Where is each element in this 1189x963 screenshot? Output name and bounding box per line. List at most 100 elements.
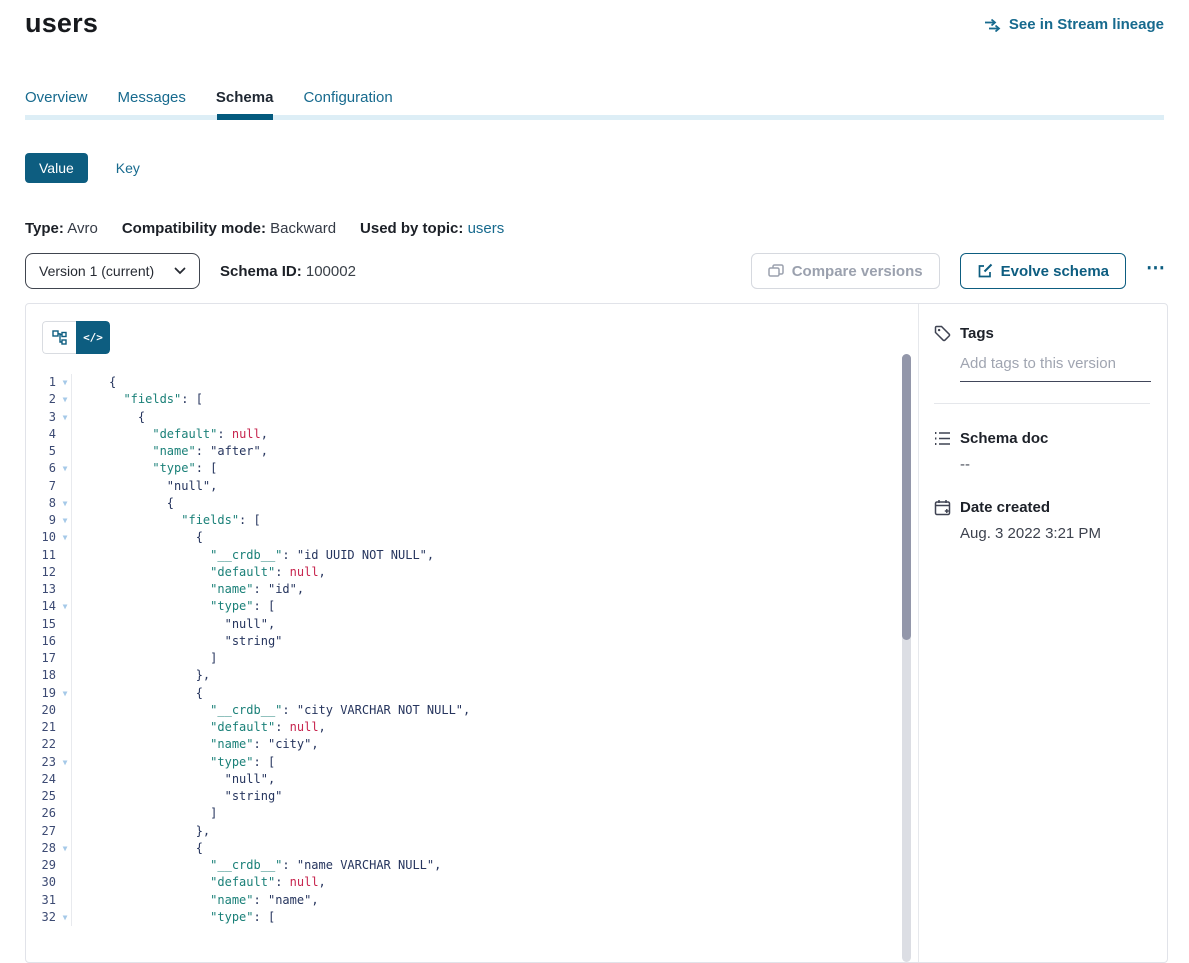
code-line: 25 "string" (26, 788, 892, 805)
used-by-topic-link[interactable]: users (468, 220, 505, 237)
code-text[interactable]: { (71, 495, 892, 512)
value-toggle-button[interactable]: Value (25, 153, 88, 183)
code-text[interactable]: }, (71, 823, 892, 840)
code-text[interactable]: "default": null, (71, 874, 892, 891)
line-number: 4 (26, 426, 56, 443)
fold-spacer (59, 702, 71, 719)
tab-messages[interactable]: Messages (118, 89, 186, 118)
fold-toggle-icon[interactable]: ▼ (59, 374, 71, 391)
code-text[interactable]: "name": "after", (71, 443, 892, 460)
code-line: 26 ] (26, 805, 892, 822)
tab-configuration[interactable]: Configuration (303, 89, 392, 118)
code-text[interactable]: "string" (71, 633, 892, 650)
compare-versions-label: Compare versions (792, 263, 923, 280)
line-number: 7 (26, 478, 56, 495)
code-line: 18 }, (26, 667, 892, 684)
fold-toggle-icon[interactable]: ▼ (59, 409, 71, 426)
fold-spacer (59, 616, 71, 633)
line-number: 14 (26, 598, 56, 615)
meta-type: Type: Avro (25, 220, 98, 237)
more-options-button[interactable]: ⋯ (1146, 257, 1166, 286)
line-number: 23 (26, 754, 56, 771)
code-text[interactable]: { (71, 840, 892, 857)
fold-toggle-icon[interactable]: ▼ (59, 840, 71, 857)
editor-view-toggle: </> (42, 321, 110, 354)
code-text[interactable]: "null", (71, 616, 892, 633)
fold-toggle-icon[interactable]: ▼ (59, 598, 71, 615)
fold-spacer (59, 633, 71, 650)
code-text[interactable]: "type": [ (71, 460, 892, 477)
fold-toggle-icon[interactable]: ▼ (59, 495, 71, 512)
date-created-header: Date created (934, 499, 1151, 516)
code-text[interactable]: "fields": [ (71, 512, 892, 529)
code-text[interactable]: "null", (71, 478, 892, 495)
date-created-value: Aug. 3 2022 3:21 PM (960, 525, 1151, 542)
code-text[interactable]: "type": [ (71, 754, 892, 771)
tags-input[interactable] (960, 355, 1151, 382)
tab-overview[interactable]: Overview (25, 89, 88, 118)
compatibility-value: Backward (270, 220, 336, 237)
code-text[interactable]: "__crdb__": "id UUID NOT NULL", (71, 547, 892, 564)
code-text[interactable]: "default": null, (71, 719, 892, 736)
code-text[interactable]: "name": "city", (71, 736, 892, 753)
meta-used-by-topic: Used by topic: users (360, 220, 504, 237)
code-line: 19▼ { (26, 685, 892, 702)
code-text[interactable]: "__crdb__": "name VARCHAR NULL", (71, 857, 892, 874)
code-text[interactable]: "null", (71, 771, 892, 788)
fold-toggle-icon[interactable]: ▼ (59, 909, 71, 926)
code-line: 22 "name": "city", (26, 736, 892, 753)
fold-toggle-icon[interactable]: ▼ (59, 685, 71, 702)
code-text[interactable]: "string" (71, 788, 892, 805)
code-text[interactable]: "name": "name", (71, 892, 892, 909)
date-created-section: Date created Aug. 3 2022 3:21 PM (934, 499, 1151, 542)
code-text[interactable]: { (71, 685, 892, 702)
type-value: Avro (67, 220, 98, 237)
fold-spacer (59, 581, 71, 598)
code-text[interactable]: "name": "id", (71, 581, 892, 598)
code-line: 1▼{ (26, 374, 892, 391)
code-text[interactable]: "type": [ (71, 598, 892, 615)
line-number: 32 (26, 909, 56, 926)
compare-versions-button[interactable]: Compare versions (751, 253, 940, 289)
key-toggle-button[interactable]: Key (116, 160, 140, 176)
code-text[interactable]: "default": null, (71, 426, 892, 443)
editor-scrollbar-thumb[interactable] (902, 354, 911, 640)
code-text[interactable]: "fields": [ (71, 391, 892, 408)
evolve-schema-button[interactable]: Evolve schema (960, 253, 1126, 289)
fold-toggle-icon[interactable]: ▼ (59, 529, 71, 546)
list-icon (934, 431, 951, 446)
fold-spacer (59, 892, 71, 909)
fold-toggle-icon[interactable]: ▼ (59, 754, 71, 771)
code-text[interactable]: "__crdb__": "city VARCHAR NOT NULL", (71, 702, 892, 719)
code-line: 21 "default": null, (26, 719, 892, 736)
code-text[interactable]: }, (71, 667, 892, 684)
compatibility-label: Compatibility mode: (122, 220, 266, 237)
fold-spacer (59, 667, 71, 684)
code-line: 30 "default": null, (26, 874, 892, 891)
line-number: 3 (26, 409, 56, 426)
line-number: 6 (26, 460, 56, 477)
code-text[interactable]: { (71, 529, 892, 546)
type-label: Type: (25, 220, 64, 237)
line-number: 2 (26, 391, 56, 408)
schema-id: Schema ID: 100002 (220, 263, 356, 280)
see-in-stream-lineage-link[interactable]: See in Stream lineage (984, 16, 1164, 33)
version-select[interactable]: Version 1 (current) (25, 253, 200, 289)
code-text[interactable]: { (71, 409, 892, 426)
code-text[interactable]: "default": null, (71, 564, 892, 581)
code-line: 11 "__crdb__": "id UUID NOT NULL", (26, 547, 892, 564)
meta-compatibility: Compatibility mode: Backward (122, 220, 336, 237)
code-text[interactable]: "type": [ (71, 909, 892, 926)
code-text[interactable]: { (71, 374, 892, 391)
tree-view-icon[interactable] (42, 321, 76, 354)
fold-toggle-icon[interactable]: ▼ (59, 460, 71, 477)
code-view-icon[interactable]: </> (76, 321, 110, 354)
line-number: 13 (26, 581, 56, 598)
fold-spacer (59, 426, 71, 443)
fold-toggle-icon[interactable]: ▼ (59, 512, 71, 529)
fold-toggle-icon[interactable]: ▼ (59, 391, 71, 408)
code-text[interactable]: ] (71, 650, 892, 667)
code-line: 13 "name": "id", (26, 581, 892, 598)
version-actions: Compare versions Evolve schema ⋯ (751, 253, 1166, 289)
code-text[interactable]: ] (71, 805, 892, 822)
